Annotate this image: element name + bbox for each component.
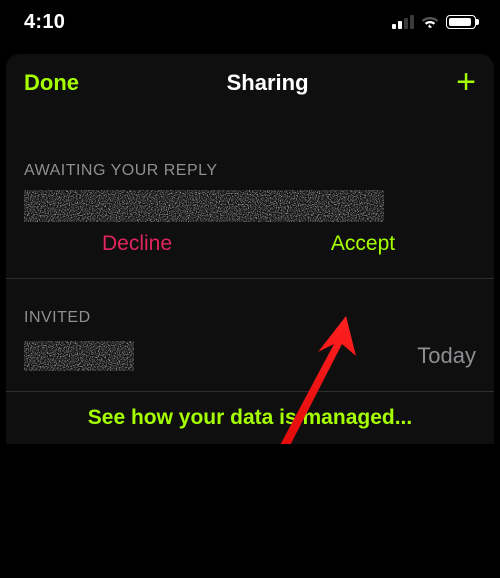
invited-date: Today [417,343,476,369]
awaiting-section: AWAITING YOUR REPLY Decline Accept [6,112,494,260]
section-header-invited: INVITED [24,279,476,337]
wifi-icon [420,14,440,30]
invited-row[interactable]: Today [24,341,476,371]
redacted-name [24,190,384,222]
footer: See how your data is managed... [6,391,494,444]
status-bar: 4:10 [0,0,500,44]
battery-icon [446,15,476,29]
status-indicators [392,14,476,30]
decline-button[interactable]: Decline [24,228,250,260]
reply-actions: Decline Accept [24,228,476,260]
data-management-link[interactable]: See how your data is managed... [88,406,412,429]
sharing-sheet: Done Sharing + AWAITING YOUR REPLY Decli… [6,54,494,444]
invited-section: INVITED Today [6,279,494,371]
redacted-invitee [24,341,134,371]
clock-time: 4:10 [24,11,65,34]
done-button[interactable]: Done [24,70,79,96]
add-button[interactable]: + [456,69,476,96]
nav-bar: Done Sharing + [6,54,494,112]
cell-signal-icon [392,15,414,29]
accept-button[interactable]: Accept [250,228,476,260]
section-header-awaiting: AWAITING YOUR REPLY [24,112,476,190]
page-title: Sharing [227,70,309,96]
